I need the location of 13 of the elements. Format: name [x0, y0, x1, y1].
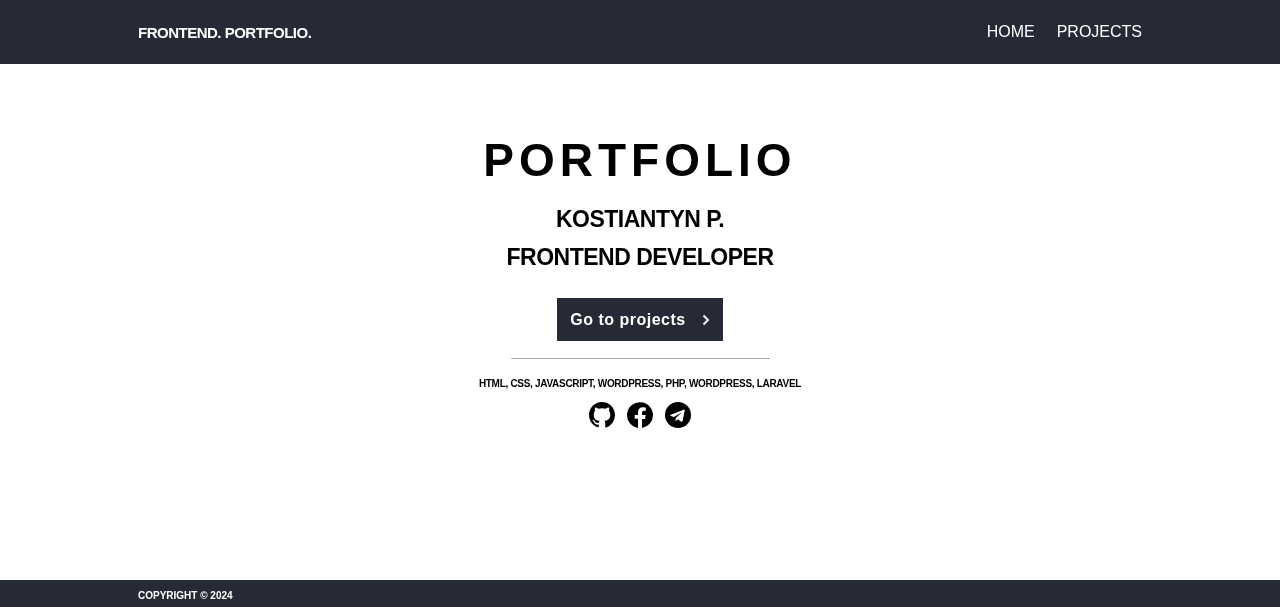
nav-link[interactable]: PROJECTS	[1056, 23, 1142, 41]
copyright-text: COPYRIGHT © 2024	[138, 589, 233, 601]
facebook-icon[interactable]	[627, 402, 653, 428]
projects-button[interactable]: Go to projects	[557, 298, 723, 341]
page-title: PORTFOLIO	[483, 134, 797, 186]
github-icon[interactable]	[589, 402, 615, 428]
developer-role: FRONTEND DEVELOPER	[506, 243, 774, 272]
skills-list: HTML, CSS, JAVASCRIPT, WORDPRESS, PHP, WORDPRESS, LARAVEL	[478, 378, 802, 389]
chevron-right-icon	[701, 313, 710, 326]
site-logo[interactable]: FRONTEND. PORTFOLIO.	[138, 23, 312, 41]
telegram-icon[interactable]	[665, 402, 691, 428]
nav-link[interactable]: HOME	[986, 23, 1035, 41]
developer-name: KOSTIANTYN P.	[555, 205, 725, 234]
